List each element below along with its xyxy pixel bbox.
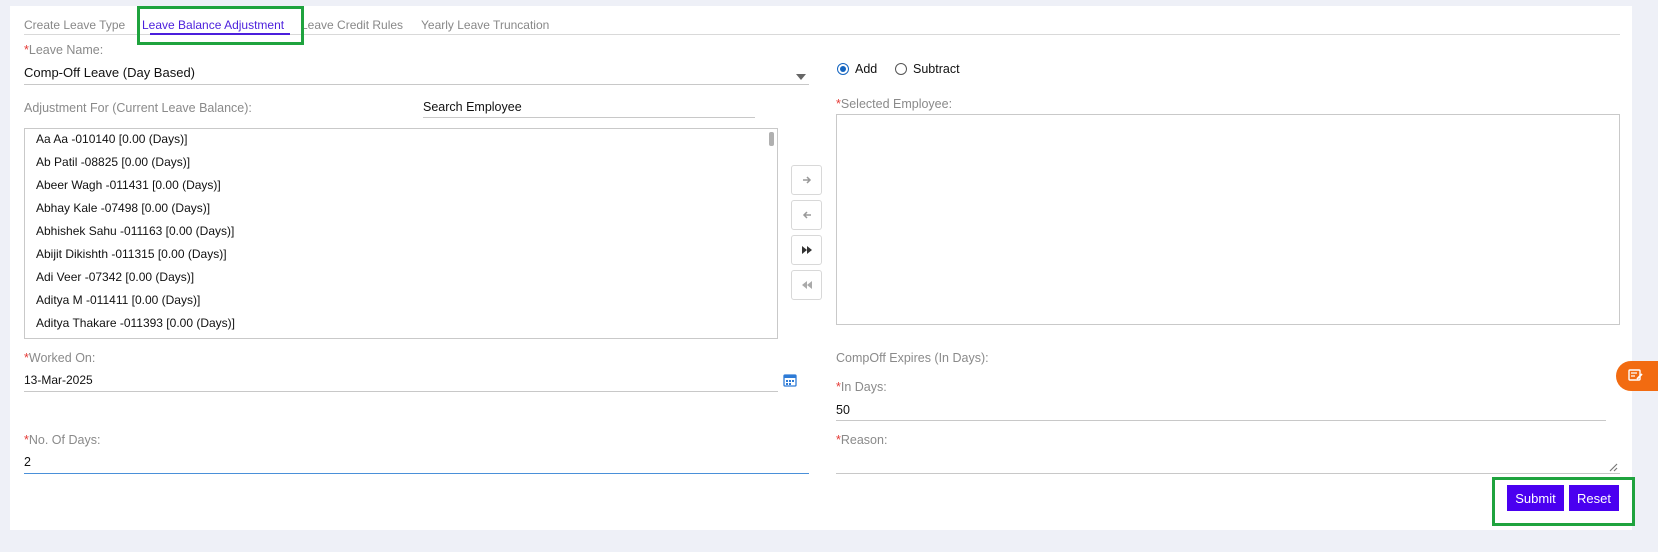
- buttons-highlight-box: [1492, 477, 1635, 526]
- double-arrow-right-icon: [801, 246, 812, 254]
- feedback-icon: [1628, 369, 1643, 381]
- subtract-radio-label: Subtract: [913, 62, 960, 76]
- leave-name-label: *Leave Name:: [24, 43, 104, 57]
- resize-handle-icon[interactable]: [1608, 462, 1618, 472]
- in-days-label: *In Days:: [836, 380, 887, 394]
- search-employee-input[interactable]: Search Employee: [423, 100, 522, 114]
- employee-list[interactable]: Aa Aa -010140 [0.00 (Days)] Ab Patil -08…: [24, 128, 778, 339]
- selected-employee-list[interactable]: [836, 114, 1620, 325]
- tab-highlight-box: [137, 6, 304, 45]
- worked-on-underline: [24, 391, 778, 392]
- adjustment-for-label: Adjustment For (Current Leave Balance):: [24, 101, 252, 115]
- no-of-days-underline: [24, 473, 809, 474]
- list-item[interactable]: Aa Aa -010140 [0.00 (Days)]: [36, 132, 187, 146]
- tab-create-leave-type[interactable]: Create Leave Type: [24, 18, 125, 32]
- subtract-radio[interactable]: [895, 63, 907, 75]
- list-item[interactable]: Ab Patil -08825 [0.00 (Days)]: [36, 155, 190, 169]
- move-all-left-button[interactable]: [791, 270, 822, 300]
- list-scrollbar[interactable]: [769, 132, 774, 146]
- calendar-icon[interactable]: [783, 373, 797, 387]
- tab-leave-credit-rules[interactable]: Leave Credit Rules: [301, 18, 403, 32]
- leave-name-underline: [24, 84, 809, 85]
- list-item[interactable]: Abhay Kale -07498 [0.00 (Days)]: [36, 201, 210, 215]
- worked-on-input[interactable]: 13-Mar-2025: [24, 373, 93, 387]
- no-of-days-label: *No. Of Days:: [24, 433, 101, 447]
- double-arrow-left-icon: [801, 281, 812, 289]
- selected-employee-label: *Selected Employee:: [836, 97, 953, 111]
- tab-yearly-leave-truncation[interactable]: Yearly Leave Truncation: [421, 18, 549, 32]
- list-item[interactable]: Adi Veer -07342 [0.00 (Days)]: [36, 270, 194, 284]
- list-item[interactable]: Abijit Dikishth -011315 [0.00 (Days)]: [36, 247, 227, 261]
- add-radio[interactable]: [837, 63, 849, 75]
- dropdown-caret-icon[interactable]: [796, 74, 806, 80]
- no-of-days-input[interactable]: 2: [24, 455, 31, 469]
- move-all-right-button[interactable]: [791, 235, 822, 265]
- move-right-button[interactable]: [791, 165, 822, 195]
- compoff-expires-label: CompOff Expires (In Days):: [836, 351, 989, 365]
- arrow-left-icon: [802, 211, 811, 219]
- feedback-button[interactable]: [1616, 361, 1658, 391]
- add-radio-label: Add: [855, 62, 878, 76]
- in-days-input[interactable]: 50: [836, 403, 850, 417]
- in-days-underline: [836, 420, 1606, 421]
- list-item[interactable]: Aditya Thakare -011393 [0.00 (Days)]: [36, 316, 235, 330]
- search-employee-underline: [423, 117, 755, 118]
- arrow-right-icon: [802, 176, 811, 184]
- leave-name-select[interactable]: Comp-Off Leave (Day Based): [24, 65, 195, 80]
- list-item[interactable]: Abeer Wagh -011431 [0.00 (Days)]: [36, 178, 221, 192]
- move-left-button[interactable]: [791, 200, 822, 230]
- reason-label: *Reason:: [836, 433, 888, 447]
- list-item[interactable]: Abhishek Sahu -011163 [0.00 (Days)]: [36, 224, 234, 238]
- list-item[interactable]: Aditya M -011411 [0.00 (Days)]: [36, 293, 200, 307]
- reason-underline: [836, 473, 1620, 474]
- worked-on-label: *Worked On:: [24, 351, 96, 365]
